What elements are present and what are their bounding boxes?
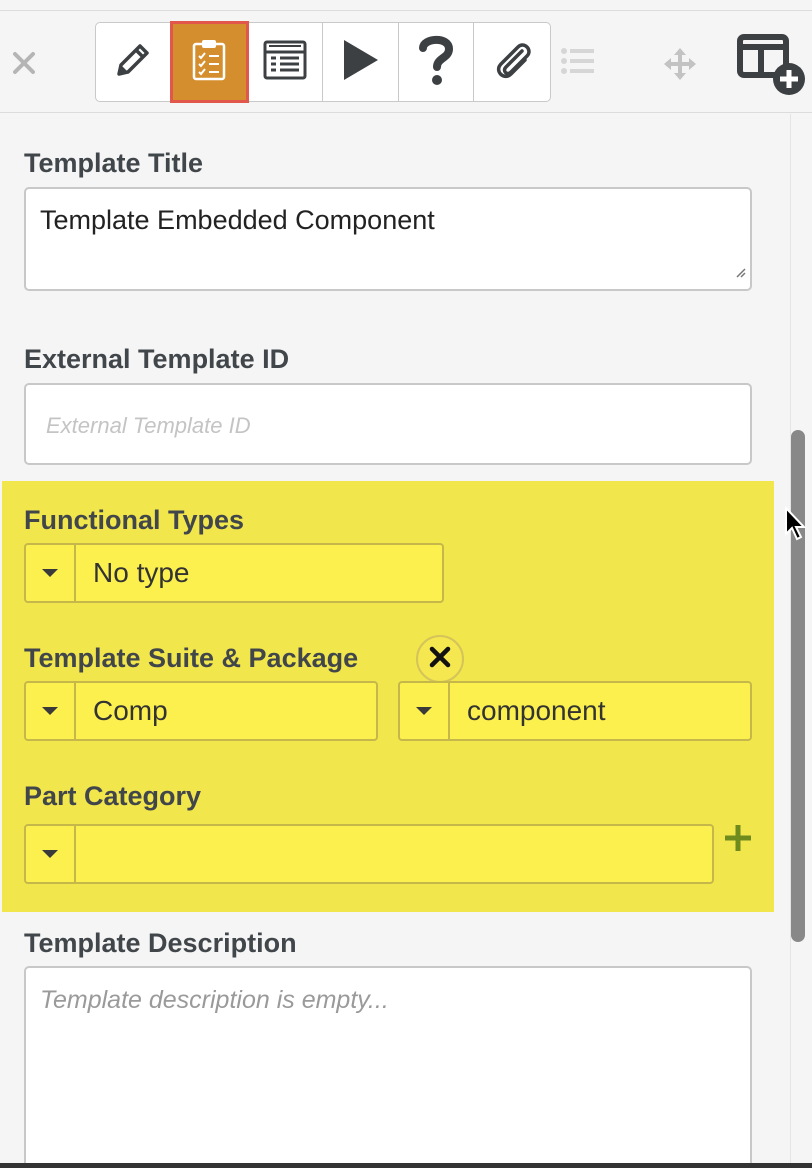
- external-id-input[interactable]: External Template ID: [24, 383, 752, 465]
- external-id-placeholder: External Template ID: [46, 413, 251, 438]
- add-part-category-button[interactable]: [722, 822, 754, 859]
- play-button[interactable]: [323, 23, 399, 101]
- template-title-label: Template Title: [24, 148, 204, 178]
- description-label: Template Description: [24, 928, 297, 958]
- suite-package-label: Template Suite & Package: [24, 643, 359, 673]
- toolbar: [0, 11, 812, 113]
- template-checklist-button[interactable]: [169, 21, 250, 103]
- close-icon[interactable]: [10, 49, 38, 77]
- bottom-edge: [0, 1163, 812, 1168]
- list-icon[interactable]: [560, 47, 596, 80]
- chevron-down-icon[interactable]: [400, 683, 450, 739]
- part-category-value: [76, 826, 93, 882]
- clear-suite-button[interactable]: [416, 635, 464, 683]
- chevron-down-icon[interactable]: [26, 683, 76, 739]
- attach-button[interactable]: [474, 23, 550, 101]
- chevron-down-icon[interactable]: [26, 545, 76, 601]
- plus-icon: [722, 825, 754, 858]
- close-icon: [429, 646, 451, 673]
- part-category-select[interactable]: [24, 824, 714, 884]
- move-icon[interactable]: [662, 46, 698, 87]
- part-category-label: Part Category: [24, 781, 202, 811]
- layout-add-icon[interactable]: [737, 33, 809, 104]
- functional-types-label: Functional Types: [24, 505, 245, 535]
- template-title-value: Template Embedded Component: [40, 205, 435, 235]
- suite-select[interactable]: Comp: [24, 681, 378, 741]
- functional-types-select[interactable]: No type: [24, 543, 444, 603]
- preview-button[interactable]: [247, 23, 324, 101]
- mouse-cursor-icon: [784, 505, 808, 547]
- clipboard-checklist-icon: [190, 38, 228, 87]
- paperclip-icon: [492, 37, 532, 88]
- toolbar-button-group: [95, 21, 551, 103]
- pencil-icon: [111, 38, 155, 87]
- resize-grip-icon[interactable]: [734, 254, 746, 285]
- external-id-label: External Template ID: [24, 344, 290, 374]
- chevron-down-icon[interactable]: [26, 826, 76, 882]
- template-title-input[interactable]: Template Embedded Component: [24, 187, 752, 291]
- question-icon: [418, 34, 454, 91]
- package-value: component: [467, 695, 606, 726]
- form-list-icon: [263, 40, 307, 85]
- scrollbar[interactable]: [790, 114, 812, 1168]
- description-input[interactable]: Template description is empty...: [24, 966, 752, 1168]
- edit-button[interactable]: [96, 23, 172, 101]
- play-icon: [340, 38, 380, 87]
- suite-value: Comp: [93, 695, 168, 726]
- description-placeholder: Template description is empty...: [40, 986, 389, 1014]
- help-button[interactable]: [399, 23, 475, 101]
- functional-types-value: No type: [93, 557, 190, 588]
- package-select[interactable]: component: [398, 681, 752, 741]
